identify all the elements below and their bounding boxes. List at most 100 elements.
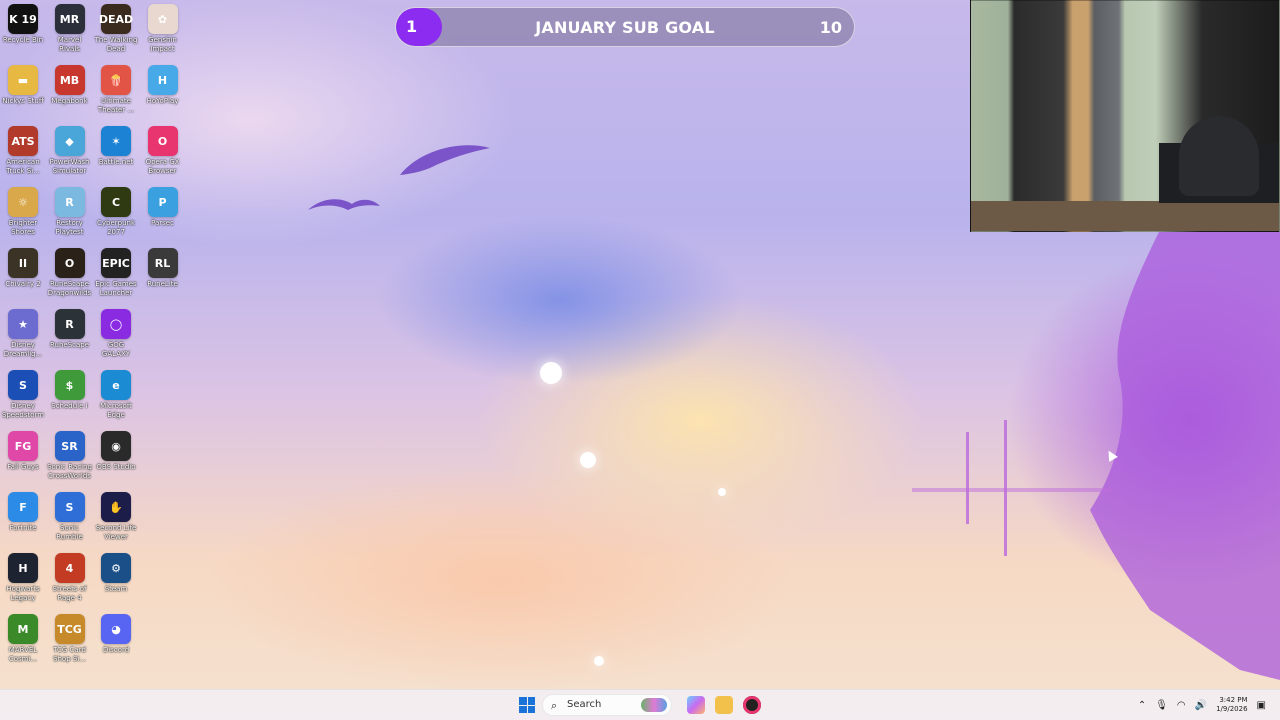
taskbar-search[interactable]: ⌕ Search <box>542 694 672 716</box>
desktop-icon[interactable]: F Fortnite <box>0 488 46 533</box>
desktop-icon-label: Parsec <box>151 219 174 227</box>
desktop-icon[interactable]: ✿ Genshin Impact <box>140 0 186 54</box>
desktop-icon-label: Second Life Viewer <box>95 524 137 541</box>
clock[interactable]: 3:42 PM 1/9/2026 <box>1216 696 1247 714</box>
file-explorer-icon[interactable] <box>715 696 733 714</box>
desktop-icon[interactable]: H HoYoPlay <box>140 61 186 106</box>
desktop-icon-label: Genshin Impact <box>148 36 177 53</box>
desktop-icon[interactable]: ◆ PowerWash Simulator <box>47 122 93 176</box>
light-orb <box>580 452 596 468</box>
sub-goal-bar: 1 JANUARY SUB GOAL 10 <box>395 7 855 47</box>
brighter-shores-icon: ☼ <box>8 187 38 217</box>
webcam-overlay <box>970 0 1280 232</box>
desktop-icon[interactable]: M MARVEL Cosmi... <box>0 610 46 664</box>
streets-of-rage-icon: 4 <box>54 553 85 583</box>
desktop-icon-label: TCG Card Shop Si... <box>53 646 86 663</box>
cyberpunk-icon: C <box>101 187 131 217</box>
desktop-icon-grid: K 19 Recycle Bin MR Marvel Rivals DEAD The Wa… <box>0 0 190 680</box>
desktop-icon-label: Cyberpunk 2077 <box>96 219 136 236</box>
horizon-line <box>912 488 1112 492</box>
desktop-icon[interactable]: P Parsec <box>140 183 186 228</box>
desktop-icon-label: Hogwarts Legacy <box>6 585 40 602</box>
desktop-icon-label: MARVEL Cosmi... <box>8 646 38 663</box>
desktop-icon[interactable]: ◕ Discord <box>93 610 139 655</box>
desktop-icon[interactable]: $ Schedule I <box>47 366 93 411</box>
desktop-icon[interactable]: O Opera GX Browser <box>140 122 186 176</box>
desktop-icon-label: Disney Dreamlig... <box>3 341 43 358</box>
desktop-icon[interactable]: ▬ Nickys Stuff <box>0 61 46 106</box>
webcam-person <box>1179 116 1259 196</box>
desktop-icon[interactable]: MB Megabonk <box>47 61 93 106</box>
desktop-icon[interactable]: e Microsoft Edge <box>93 366 139 420</box>
speedstorm-icon: S <box>8 370 38 400</box>
desktop-icon-label: Nickys Stuff <box>2 97 44 105</box>
american-truck-icon: ATS <box>8 126 38 156</box>
desktop-icon-label: Fall Guys <box>7 463 39 471</box>
megabonk-icon: MB <box>54 65 85 95</box>
birds-silhouette <box>308 145 490 210</box>
clock-date: 1/9/2026 <box>1216 705 1248 713</box>
desktop-icon-label: PowerWash Simulator <box>49 158 90 175</box>
desktop-icon[interactable]: ◉ OBS Studio <box>93 427 139 472</box>
desktop-icon[interactable]: ◯ GOG GALAXY <box>93 305 139 359</box>
desktop-icon[interactable]: C Cyberpunk 2077 <box>93 183 139 237</box>
desktop-icon[interactable]: RL RuneLite <box>140 244 186 289</box>
epic-games-icon: EPIC <box>101 248 131 278</box>
microphone-icon[interactable]: 🎙 <box>1155 700 1168 711</box>
desktop-icon[interactable]: S Disney Speedstorm <box>0 366 46 420</box>
desktop-icon-label: GOG GALAXY <box>101 341 131 358</box>
opera-gx-icon[interactable] <box>743 696 761 714</box>
desktop-icon[interactable]: R RuneScape <box>47 305 93 350</box>
desktop-icon[interactable]: SR Sonic Racing CrossWorlds <box>47 427 93 481</box>
gog-galaxy-icon: ◯ <box>101 309 131 339</box>
desktop-icon[interactable]: MR Marvel Rivals <box>47 0 93 54</box>
desktop-icon[interactable]: K 19 Recycle Bin <box>0 0 46 45</box>
desktop-icon[interactable]: ✶ Battle.net <box>93 122 139 167</box>
desktop-icon[interactable]: DEAD The Walking Dead <box>93 0 139 54</box>
desktop-icon[interactable]: H Hogwarts Legacy <box>0 549 46 603</box>
desktop-icon-label: Steam <box>104 585 128 593</box>
desktop-icon[interactable]: EPIC Epic Games Launcher <box>93 244 139 298</box>
desktop-icon[interactable]: FG Fall Guys <box>0 427 46 472</box>
desktop-icon[interactable]: S Sonic Rumble <box>47 488 93 542</box>
desktop-icon-label: American Truck Si... <box>6 158 40 175</box>
webcam-floor <box>971 201 1279 231</box>
desktop-icon[interactable]: 🍿 Ultimate Theater ... <box>93 61 139 115</box>
desktop-icon-label: Microsoft Edge <box>100 402 132 419</box>
desktop-icon-label: RuneScape Dragonwilds <box>47 280 92 297</box>
search-placeholder: Search <box>567 699 602 710</box>
chevron-up-icon[interactable]: ⌃ <box>1138 700 1146 711</box>
desktop-icon-label: Restory Playtest <box>55 219 84 236</box>
desktop-icon[interactable]: TCG TCG Card Shop Si... <box>47 610 93 664</box>
desktop-icon[interactable]: ★ Disney Dreamlig... <box>0 305 46 359</box>
hoyoplay-icon: H <box>147 65 178 95</box>
clock-time: 3:42 PM <box>1219 696 1248 704</box>
desktop-icon-label: Schedule I <box>51 402 88 410</box>
desktop-icon[interactable]: 4 Streets of Rage 4 <box>47 549 93 603</box>
desktop-icon-label: Discord <box>102 646 130 654</box>
folder-icon: ▬ <box>8 65 38 95</box>
desktop-icon[interactable]: R Restory Playtest <box>47 183 93 237</box>
desktop-icon[interactable]: O RuneScape Dragonwilds <box>47 244 93 298</box>
desktop-icon-label: Fortnite <box>9 524 37 532</box>
desktop-icon[interactable]: ☼ Brighter Shores <box>0 183 46 237</box>
notification-icon[interactable]: ▣ <box>1257 700 1266 711</box>
desktop-icon[interactable]: ✋ Second Life Viewer <box>93 488 139 542</box>
desktop-icon-label: OBS Studio <box>96 463 136 471</box>
desktop-icon[interactable]: ⚙ Steam <box>93 549 139 594</box>
copilot-icon[interactable] <box>687 696 705 714</box>
desktop-icon[interactable]: ATS American Truck Si... <box>0 122 46 176</box>
search-highlight-icon <box>641 698 667 712</box>
recycle-bin-icon: K 19 <box>8 4 38 34</box>
search-icon: ⌕ <box>551 699 558 712</box>
light-orb <box>594 656 604 666</box>
marvel-rivals-icon: MR <box>54 4 85 34</box>
desktop-icon[interactable]: II Chivalry 2 <box>0 244 46 289</box>
start-button[interactable] <box>519 697 535 713</box>
desktop-icon-label: Ultimate Theater ... <box>97 97 135 114</box>
volume-icon[interactable]: 🔊 <box>1195 700 1207 711</box>
wifi-icon[interactable]: ◠ <box>1177 700 1186 711</box>
desktop-icon-label: Brighter Shores <box>8 219 38 236</box>
desktop-icon-label: Epic Games Launcher <box>95 280 137 297</box>
desktop-icon-label: RuneLite <box>147 280 178 288</box>
